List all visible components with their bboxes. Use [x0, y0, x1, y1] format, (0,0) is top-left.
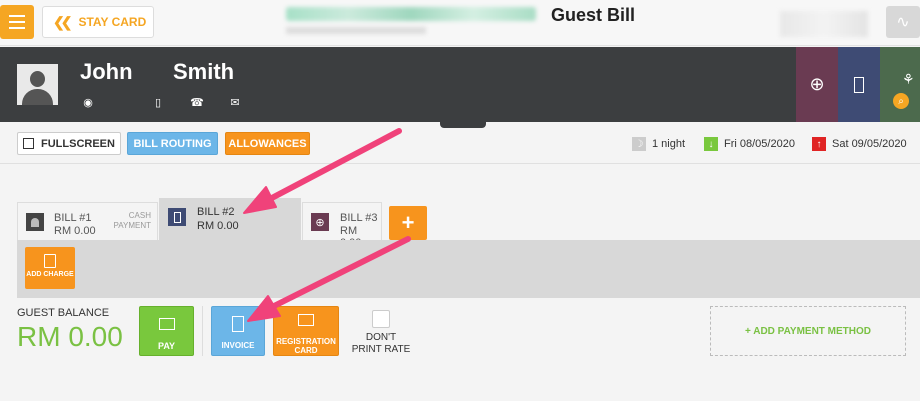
invoice-label: INVOICE	[221, 341, 255, 350]
bill-1-name: BILL #1	[54, 212, 92, 224]
bill-3-name: BILL #3	[340, 212, 378, 224]
tile-company[interactable]	[838, 47, 880, 122]
activity-icon: ∿	[896, 14, 910, 31]
printer-icon	[298, 314, 314, 326]
arrow-down-icon: ↓	[704, 137, 718, 151]
bill-2-name: BILL #2	[197, 206, 235, 218]
add-payment-method-button[interactable]: + ADD PAYMENT METHOD	[710, 306, 906, 356]
divider	[0, 163, 920, 164]
nights-info: ☽ 1 night	[632, 137, 685, 151]
globe-icon: ⊕	[809, 74, 825, 94]
bill-2-amount: RM 0.00	[197, 220, 239, 232]
stay-card-button[interactable]: ❮❮ STAY CARD	[42, 6, 154, 38]
registration-card-button[interactable]: REGISTRATION CARD	[273, 306, 339, 356]
chevron-left-icon: ❮❮	[53, 13, 73, 30]
avatar	[17, 64, 58, 105]
departure-info: ↑ Sat 09/05/2020	[812, 137, 907, 151]
activity-button[interactable]: ∿	[886, 6, 920, 38]
bill-tab-2[interactable]: BILL #2 RM 0.00	[159, 198, 301, 240]
globe-icon: ⊕	[311, 213, 329, 231]
nights-text: 1 night	[652, 138, 686, 150]
fullscreen-label: FULLSCREEN	[41, 137, 115, 150]
hotel-subtitle-redacted	[286, 27, 426, 34]
invoice-button[interactable]: INVOICE	[211, 306, 265, 356]
phone-icon[interactable]: ☎	[190, 96, 204, 109]
registration-card-label: REGISTRATION CARD	[276, 337, 336, 355]
stay-card-label: STAY CARD	[78, 15, 147, 29]
arrival-date: Fri 08/05/2020	[724, 138, 795, 150]
pay-label: PAY	[157, 341, 175, 351]
search-icon[interactable]: ⌕	[893, 93, 909, 109]
bill-tab-1[interactable]: BILL #1 RM 0.00 CASH PAYMENT	[17, 202, 158, 240]
tile-globe[interactable]: ⊕	[796, 47, 838, 122]
hotel-name-redacted	[286, 7, 536, 21]
guest-icon	[26, 213, 44, 231]
add-bill-button[interactable]: +	[389, 206, 427, 240]
tile-group[interactable]: ⚘ ⌕	[880, 47, 920, 122]
pay-button[interactable]: PAY	[139, 306, 194, 356]
circles-icon: ⚘	[902, 71, 915, 87]
email-icon[interactable]: ✉	[228, 96, 242, 109]
menu-button[interactable]	[0, 5, 34, 39]
bill-tab-3[interactable]: ⊕ BILL #3 RM 0.00	[302, 202, 382, 249]
location-icon[interactable]: ◉	[81, 96, 95, 109]
guest-header: John Smith ◉ ▯ ☎ ✉ ⊕ ⚘ ⌕	[0, 47, 920, 122]
add-charge-label: ADD CHARGE	[26, 271, 74, 278]
moon-icon: ☽	[632, 137, 646, 151]
top-bar: ❮❮ STAY CARD Guest Bill ∿	[0, 0, 920, 46]
allowances-button[interactable]: ALLOWANCES	[225, 132, 310, 155]
dont-print-rate-checkbox[interactable]	[372, 310, 390, 328]
guest-first-name: John	[80, 59, 133, 84]
divider	[202, 306, 203, 356]
guest-balance-value: RM 0.00	[17, 321, 123, 352]
user-info-redacted	[780, 11, 868, 37]
building-icon	[168, 208, 186, 226]
page-title: Guest Bill	[551, 5, 636, 25]
arrow-up-icon: ↑	[812, 137, 826, 151]
menu-icon	[9, 15, 25, 17]
dont-print-rate-label: DON'T PRINT RATE	[351, 332, 411, 355]
mobile-icon[interactable]: ▯	[151, 96, 165, 109]
fullscreen-button[interactable]: FULLSCREEN	[17, 132, 121, 155]
bill-1-payment: CASH PAYMENT	[113, 211, 151, 230]
bill-panel	[17, 240, 920, 298]
header-collapse-handle[interactable]	[440, 118, 486, 128]
arrival-info: ↓ Fri 08/05/2020	[704, 137, 795, 151]
guest-last-name: Smith	[173, 59, 235, 84]
calculator-icon	[44, 254, 56, 268]
document-icon	[232, 316, 244, 332]
wallet-icon	[158, 318, 175, 330]
add-charge-button[interactable]: ADD CHARGE	[25, 247, 75, 289]
bill-1-amount: RM 0.00	[54, 225, 96, 237]
departure-date: Sat 09/05/2020	[832, 138, 907, 150]
building-icon	[854, 76, 864, 93]
expand-icon	[23, 138, 35, 149]
bill-routing-button[interactable]: BILL ROUTING	[127, 132, 218, 155]
guest-balance-label: GUEST BALANCE	[17, 307, 110, 319]
